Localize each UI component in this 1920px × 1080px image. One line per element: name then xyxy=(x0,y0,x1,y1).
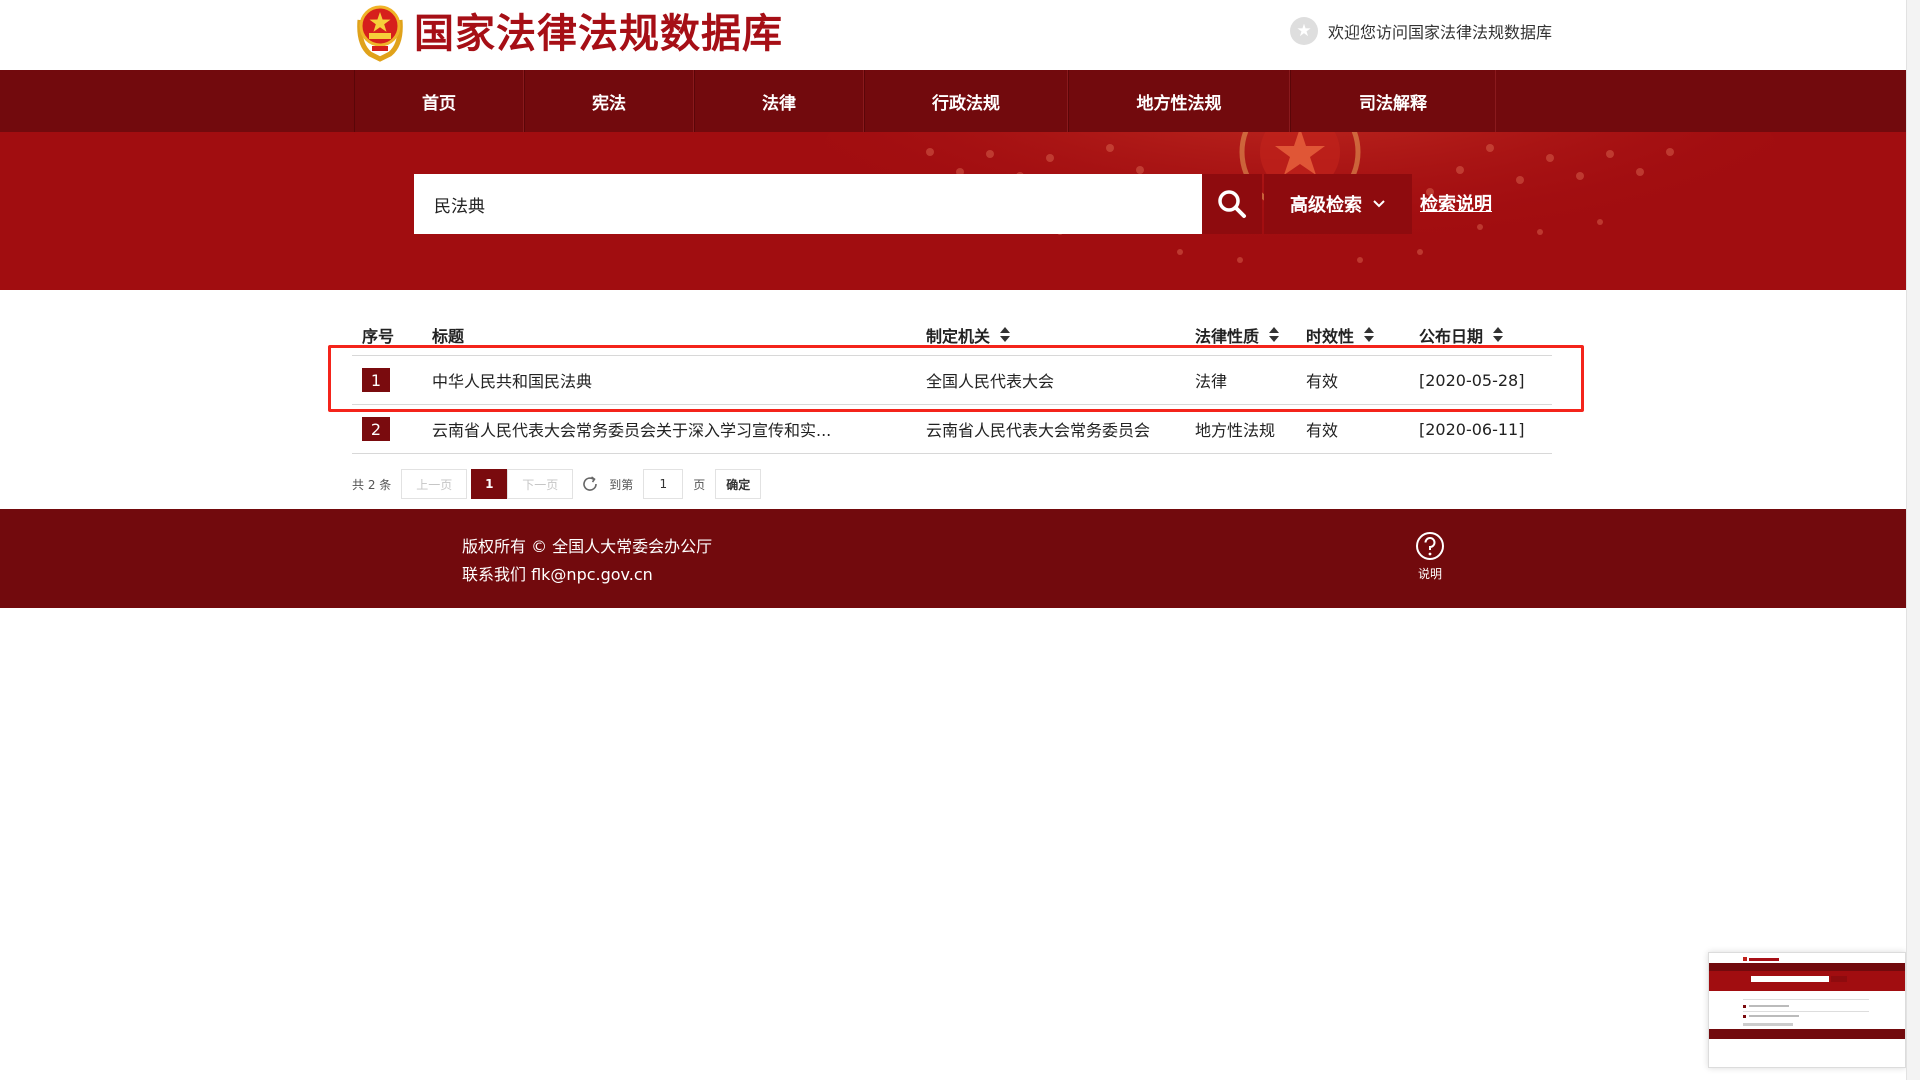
goto-confirm-button[interactable]: 确定 xyxy=(715,469,762,499)
goto-prefix: 到第 xyxy=(609,477,634,492)
help-circle-icon xyxy=(1416,532,1444,560)
page-1-button[interactable]: 1 xyxy=(471,469,508,499)
result-highlight-box xyxy=(328,345,1584,412)
advanced-search-label: 高级检索 xyxy=(1290,195,1362,216)
footer-contact[interactable]: 联系我们 flk@npc.gov.cn xyxy=(462,561,653,585)
sort-icon[interactable] xyxy=(1000,326,1011,344)
header-status[interactable]: 时效性 xyxy=(1306,323,1375,347)
nav-item-constitution[interactable]: 宪法 xyxy=(524,70,694,132)
header-title: 标题 xyxy=(432,327,465,346)
nav-item-administrative-regulations[interactable]: 行政法规 xyxy=(864,70,1068,132)
next-page-button[interactable]: 下一页 xyxy=(507,469,574,499)
row-index-badge: 2 xyxy=(362,417,390,441)
header-authority[interactable]: 制定机关 xyxy=(926,323,1011,347)
header-nature[interactable]: 法律性质 xyxy=(1195,323,1280,347)
footer-help-label: 说明 xyxy=(1417,567,1442,581)
row-date: [2020-06-11] xyxy=(1419,419,1525,439)
row-title-link[interactable]: 云南省人民代表大会常务委员会关于深入学习宣传和实... xyxy=(432,405,831,453)
site-footer: 版权所有 © 全国人大常委会办公厅 联系我们 flk@npc.gov.cn 说明 xyxy=(0,509,1906,608)
search-button[interactable] xyxy=(1202,174,1262,234)
row-status: 有效 xyxy=(1306,421,1339,440)
site-title[interactable]: 国家法律法规数据库 xyxy=(414,8,783,60)
header-date[interactable]: 公布日期 xyxy=(1419,323,1504,347)
page: 国家法律法规数据库 ★ 欢迎您访问国家法律法规数据库 首页 宪法 法律 行政法规… xyxy=(0,0,1906,1080)
sort-icon[interactable] xyxy=(1269,326,1280,344)
nav-item-home[interactable]: 首页 xyxy=(354,70,524,132)
footer-copyright: 版权所有 © 全国人大常委会办公厅 xyxy=(462,537,713,556)
goto-suffix: 页 xyxy=(693,477,706,492)
advanced-search-button[interactable]: 高级检索 xyxy=(1264,174,1412,234)
search-banner: 高级检索 检索说明 xyxy=(0,132,1906,290)
row-nature: 地方性法规 xyxy=(1195,421,1276,440)
refresh-icon[interactable] xyxy=(581,475,599,493)
vertical-scrollbar[interactable] xyxy=(1906,0,1920,1080)
site-header: 国家法律法规数据库 ★ 欢迎您访问国家法律法规数据库 xyxy=(0,0,1906,70)
national-emblem-logo[interactable] xyxy=(354,4,406,62)
table-row: 2 云南省人民代表大会常务委员会关于深入学习宣传和实... 云南省人民代表大会常… xyxy=(352,405,1552,454)
search-help-link[interactable]: 检索说明 xyxy=(1420,190,1492,216)
chevron-down-icon xyxy=(1373,200,1385,208)
main-nav: 首页 宪法 法律 行政法规 地方性法规 司法解释 xyxy=(0,70,1906,132)
page-preview-thumbnail[interactable] xyxy=(1708,952,1906,1068)
header-index: 序号 xyxy=(362,327,395,346)
total-count: 共 2 条 xyxy=(352,477,392,492)
nav-item-judicial-interpretation[interactable]: 司法解释 xyxy=(1290,70,1496,132)
footer-help-button[interactable]: 说明 xyxy=(1400,531,1460,582)
goto-page-input[interactable]: 1 xyxy=(643,469,684,499)
pagination: 共 2 条 上一页 1 下一页 到第 1 页 确定 xyxy=(352,469,762,499)
star-icon[interactable]: ★ xyxy=(1290,17,1318,45)
sort-icon[interactable] xyxy=(1364,326,1375,344)
search-input[interactable] xyxy=(414,174,1202,234)
search-icon xyxy=(1218,190,1246,218)
welcome-message: ★ 欢迎您访问国家法律法规数据库 xyxy=(1290,17,1552,45)
nav-item-law[interactable]: 法律 xyxy=(694,70,864,132)
nav-item-local-regulations[interactable]: 地方性法规 xyxy=(1068,70,1290,132)
prev-page-button[interactable]: 上一页 xyxy=(401,469,468,499)
welcome-text: 欢迎您访问国家法律法规数据库 xyxy=(1328,23,1553,42)
row-authority: 云南省人民代表大会常务委员会 xyxy=(926,421,1151,440)
sort-icon[interactable] xyxy=(1493,326,1504,344)
